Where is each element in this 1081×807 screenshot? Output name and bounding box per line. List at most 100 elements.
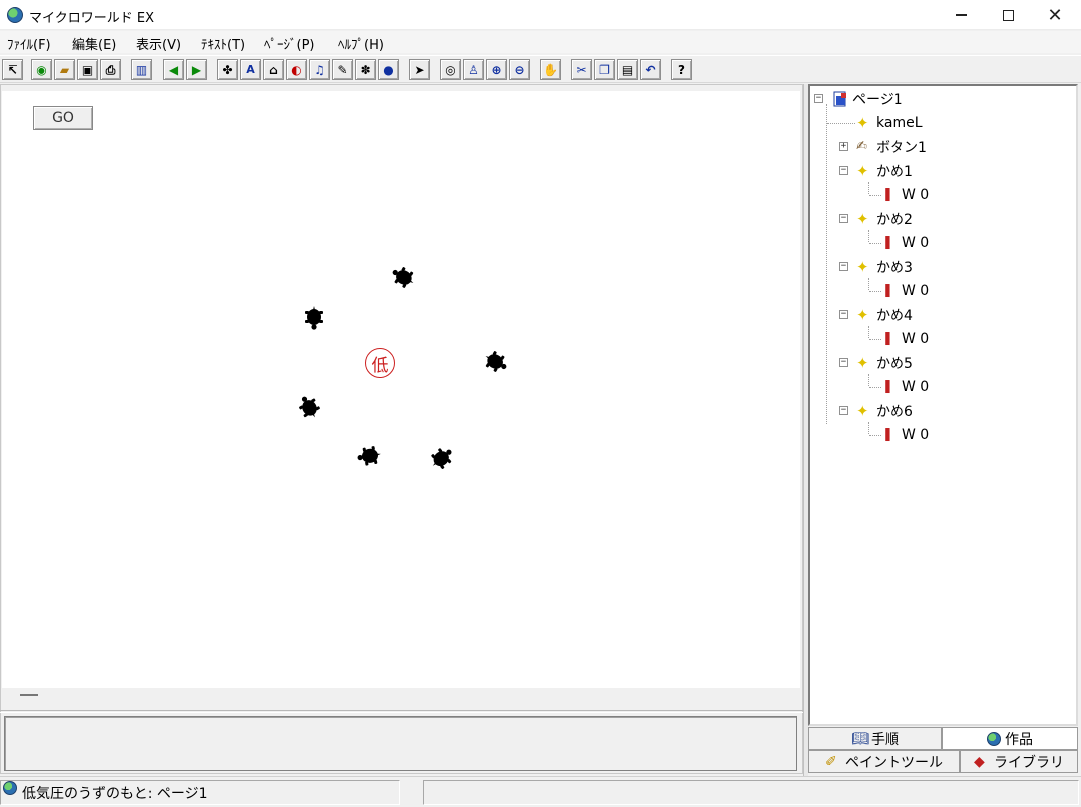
tab-library[interactable]: ◆ ライブラリ xyxy=(960,750,1078,773)
zoom-in-icon[interactable]: ⊕ xyxy=(486,59,507,80)
turtle-new-icon[interactable]: ✤ xyxy=(217,59,238,80)
tree-item-kame4[interactable]: ✦ かめ4 xyxy=(856,305,913,325)
turtle-6[interactable] xyxy=(428,444,456,472)
pointer-icon[interactable]: ↸ xyxy=(2,59,23,80)
collapse-toggle[interactable]: − xyxy=(839,358,848,367)
tree-item-w0[interactable]: ❚ W 0 xyxy=(882,329,929,349)
menu-text[interactable]: ﾃｷｽﾄ(T) xyxy=(201,34,245,53)
copy-icon[interactable]: ❐ xyxy=(594,59,615,80)
tree-item-w0[interactable]: ❚ W 0 xyxy=(882,233,929,253)
print-icon[interactable]: ⎙ xyxy=(100,59,121,80)
zoom-out-icon[interactable]: ⊖ xyxy=(509,59,530,80)
tree-connector xyxy=(868,422,869,434)
tree-item-kamel[interactable]: ✦ kameL xyxy=(856,113,923,133)
tree-item-w0[interactable]: ❚ W 0 xyxy=(882,377,929,397)
menu-view[interactable]: 表示(V) xyxy=(136,34,181,53)
tree-item-w0[interactable]: ❚ W 0 xyxy=(882,425,929,445)
close-icon: ✕ xyxy=(1047,4,1063,26)
stop-icon[interactable]: ✋ xyxy=(540,59,561,80)
tree-item-w0[interactable]: ❚ W 0 xyxy=(882,281,929,301)
dash-line xyxy=(20,694,38,696)
button-object-icon: ✍ xyxy=(856,139,867,154)
collapse-toggle[interactable]: − xyxy=(814,94,823,103)
tab-label: 手順 xyxy=(871,731,899,748)
tree-item-label: ページ1 xyxy=(852,92,903,108)
turtle-4[interactable] xyxy=(295,393,323,421)
close-button[interactable]: ✕ xyxy=(1032,0,1078,30)
tree-item-w0[interactable]: ❚ W 0 xyxy=(882,185,929,205)
text-box-icon[interactable]: A xyxy=(240,59,261,80)
turtle-shape-icon: ✦ xyxy=(856,114,869,132)
command-splitter[interactable] xyxy=(0,710,803,713)
tab-label: 作品 xyxy=(1005,731,1033,748)
collapse-toggle[interactable]: − xyxy=(839,310,848,319)
tree-item-kame5[interactable]: ✦ かめ5 xyxy=(856,353,913,373)
command-center[interactable] xyxy=(4,716,797,771)
page-icon xyxy=(833,91,846,107)
globe-icon xyxy=(987,731,1001,746)
tab-procedures[interactable]: 📖︎ 手順 xyxy=(808,727,942,750)
tree-connector xyxy=(869,291,881,292)
save-icon[interactable]: ▣ xyxy=(77,59,98,80)
tree-connector xyxy=(868,230,869,242)
collapse-toggle[interactable]: − xyxy=(839,406,848,415)
menu-help[interactable]: ﾍﾙﾌﾟ(H) xyxy=(338,34,384,53)
tree-item-kame6[interactable]: ✦ かめ6 xyxy=(856,401,913,421)
tree-item-button1[interactable]: ✍ ボタン1 xyxy=(856,137,927,157)
paint-icon[interactable]: ◐ xyxy=(286,59,307,80)
turtle-shape-icon: ✦ xyxy=(856,210,869,228)
expand-toggle[interactable]: + xyxy=(839,142,848,151)
tree-item-kame1[interactable]: ✦ かめ1 xyxy=(856,161,913,181)
globe-icon[interactable]: ◉ xyxy=(31,59,52,80)
turtle-2[interactable] xyxy=(300,304,328,332)
tree-item-label: かめ5 xyxy=(876,356,913,372)
music-icon[interactable]: ♫ xyxy=(309,59,330,80)
movie-icon[interactable]: ✽ xyxy=(355,59,376,80)
tree-connector xyxy=(869,243,881,244)
brush-icon[interactable]: ✎ xyxy=(332,59,353,80)
menu-edit[interactable]: 編集(E) xyxy=(72,34,116,53)
help-icon[interactable]: ? xyxy=(671,59,692,80)
tree-item-label: W 0 xyxy=(902,379,930,395)
button-tool-icon[interactable]: ⌂ xyxy=(263,59,284,80)
next-page-icon[interactable]: ▶ xyxy=(186,59,207,80)
select-arrow-icon[interactable]: ➤ xyxy=(409,59,430,80)
eye-icon[interactable]: ◎ xyxy=(440,59,461,80)
paste-icon[interactable]: ▤ xyxy=(617,59,638,80)
shapes-icon: ◆ xyxy=(974,753,985,770)
drawing-canvas[interactable]: GO 低 xyxy=(2,91,800,688)
go-button[interactable]: GO xyxy=(33,106,93,130)
menu-file[interactable]: ﾌｧｲﾙ(F) xyxy=(7,34,51,53)
collapse-toggle[interactable]: − xyxy=(839,166,848,175)
cut-icon[interactable]: ✂ xyxy=(571,59,592,80)
tree-connector xyxy=(827,123,855,124)
turtle-shape-icon: ✦ xyxy=(856,354,869,372)
maximize-button[interactable] xyxy=(985,0,1031,30)
open-icon[interactable]: ▰ xyxy=(54,59,75,80)
menu-page[interactable]: ﾍﾟｰｼﾞ(P) xyxy=(264,34,314,53)
stamp-icon[interactable]: ♙ xyxy=(463,59,484,80)
prev-page-icon[interactable]: ◀ xyxy=(163,59,184,80)
tab-project[interactable]: 作品 xyxy=(942,727,1078,750)
tab-paint-tools[interactable]: ✐ ペイントツール xyxy=(808,750,960,773)
tree-item-kame3[interactable]: ✦ かめ3 xyxy=(856,257,913,277)
collapse-toggle[interactable]: − xyxy=(839,262,848,271)
turtle-1[interactable] xyxy=(389,263,417,291)
tree-connector xyxy=(868,278,869,290)
globe2-icon[interactable]: ● xyxy=(378,59,399,80)
tree-item-page[interactable]: ページ1 xyxy=(832,89,903,109)
tree-item-kame2[interactable]: ✦ かめ2 xyxy=(856,209,913,229)
minimize-button[interactable] xyxy=(938,0,984,30)
variable-icon: ❚ xyxy=(882,427,893,442)
minimize-icon xyxy=(955,14,967,16)
layout-icon[interactable]: ▥ xyxy=(131,59,152,80)
turtle-5[interactable] xyxy=(355,442,383,470)
toolbar: ↸ ◉ ▰ ▣ ⎙ ▥ ◀ ▶ ✤ A ⌂ ◐ ♫ ✎ ✽ ● ➤ ◎ ♙ ⊕ … xyxy=(0,55,1081,83)
undo-icon[interactable]: ↶ xyxy=(640,59,661,80)
collapse-toggle[interactable]: − xyxy=(839,214,848,223)
turtle-3[interactable] xyxy=(482,348,510,376)
tree-connector xyxy=(869,387,881,388)
tab-label: ペイントツール xyxy=(845,754,943,771)
tree-item-label: かめ2 xyxy=(876,212,913,228)
turtle-shape-icon: ✦ xyxy=(856,306,869,324)
